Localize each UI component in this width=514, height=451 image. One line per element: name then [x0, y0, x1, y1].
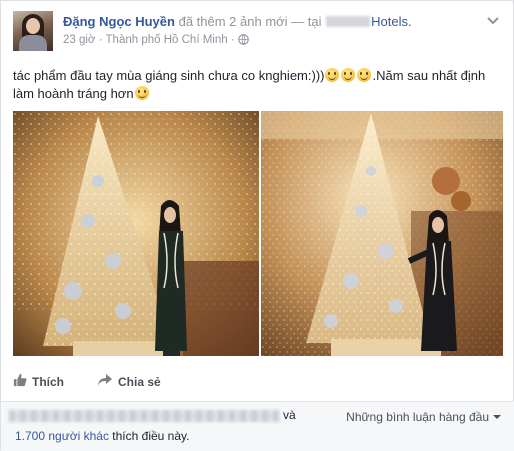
grin-emoji-icon: [325, 68, 340, 82]
place-link[interactable]: Hotels.: [371, 14, 411, 29]
post-title-line: Đặng Ngọc Huyền đã thêm 2 ảnh mới — tại …: [63, 13, 477, 30]
post-timestamp[interactable]: 23 giờ: [63, 34, 95, 46]
thumbs-up-icon: [13, 373, 27, 390]
likers-and-text: và: [283, 408, 296, 422]
likes-count-link[interactable]: 1.700 người khác: [15, 429, 109, 443]
post-header: Đặng Ngọc Huyền đã thêm 2 ảnh mới — tại …: [13, 11, 501, 53]
photo-christmas-tree-1[interactable]: [13, 111, 259, 356]
grin-emoji-icon: [134, 86, 149, 100]
likers-redacted: [9, 410, 279, 422]
grin-emoji-icon: [357, 68, 372, 82]
like-label: Thích: [32, 374, 64, 389]
post-meta: Đặng Ngọc Huyền đã thêm 2 ảnh mới — tại …: [63, 13, 477, 50]
likes-summary: 1.700 người khác thích điều này.: [15, 429, 189, 443]
comment-sort-dropdown[interactable]: Những bình luận hàng đầu: [346, 410, 501, 424]
meta-separator-2: ·: [230, 34, 235, 46]
comment-sort-label: Những bình luận hàng đầu: [346, 410, 489, 424]
likes-suffix: thích điều này.: [108, 429, 190, 443]
photo-grid: [13, 111, 503, 356]
like-button[interactable]: Thích: [13, 373, 64, 390]
post-card: Đặng Ngọc Huyền đã thêm 2 ảnh mới — tại …: [0, 0, 514, 451]
author-name[interactable]: Đặng Ngọc Huyền: [63, 14, 175, 29]
meta-separator: ·: [98, 34, 103, 46]
place-name-redacted: [326, 16, 371, 27]
photo-christmas-tree-2[interactable]: [261, 111, 503, 356]
post-text-part1: tác phẩm đầu tay mùa giáng sinh chưa co …: [13, 68, 325, 83]
post-subtitle-line: 23 giờ · Thành phố Hồ Chí Minh ·: [63, 33, 477, 50]
share-button[interactable]: Chia sẻ: [97, 373, 161, 390]
post-actions: Thích Chia sẻ: [13, 373, 501, 397]
avatar[interactable]: [13, 11, 53, 51]
post-location[interactable]: Thành phố Hồ Chí Minh: [106, 34, 228, 46]
globe-icon[interactable]: [238, 34, 249, 50]
post-text: tác phẩm đầu tay mùa giáng sinh chưa co …: [13, 67, 501, 103]
post-action-text: đã thêm 2 ảnh mới — tại: [178, 14, 322, 29]
share-label: Chia sẻ: [118, 374, 161, 389]
grin-emoji-icon: [341, 68, 356, 82]
chevron-down-icon[interactable]: [485, 15, 501, 27]
caret-down-icon: [493, 415, 501, 419]
share-arrow-icon: [97, 373, 113, 390]
post-footer: và Những bình luận hàng đầu 1.700 người …: [1, 401, 514, 451]
